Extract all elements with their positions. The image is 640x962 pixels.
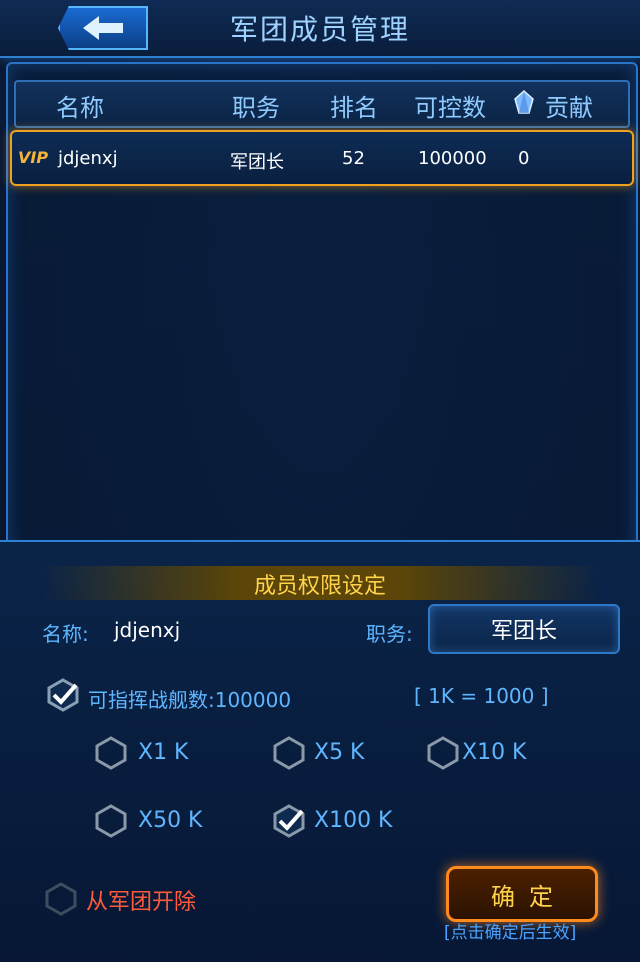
- duty-select-button[interactable]: 军团长: [428, 604, 620, 654]
- duty-label: 职务:: [366, 622, 413, 646]
- page-title: 军团成员管理: [229, 13, 410, 46]
- confirm-hint: [点击确定后生效]: [444, 923, 577, 943]
- option-x50k-radio[interactable]: [94, 804, 128, 838]
- row-control: 100000: [418, 148, 487, 169]
- column-duty: 职务: [232, 94, 280, 122]
- row-contribution: 0: [518, 148, 530, 169]
- option-x10k-radio[interactable]: [426, 736, 460, 770]
- permission-title: 成员权限设定: [253, 574, 386, 599]
- row-duty: 军团长: [230, 152, 284, 173]
- table-header: [14, 80, 630, 128]
- row-rank: 52: [342, 148, 365, 169]
- column-contribution: 贡献: [545, 94, 593, 122]
- vip-badge: VIP: [18, 148, 49, 167]
- row-name: jdjenxj: [58, 148, 118, 169]
- fleet-checkbox[interactable]: [46, 678, 80, 712]
- expel-checkbox[interactable]: [44, 882, 78, 916]
- option-x1k-label[interactable]: X1 K: [138, 740, 189, 765]
- option-x1k-radio[interactable]: [94, 736, 128, 770]
- option-x50k-label[interactable]: X50 K: [138, 808, 203, 833]
- confirm-button[interactable]: 确定: [446, 866, 598, 922]
- column-control: 可控数: [414, 94, 486, 122]
- option-x100k-radio[interactable]: [272, 804, 306, 838]
- header-bar: 军团成员管理: [0, 0, 640, 58]
- option-x5k-label[interactable]: X5 K: [314, 740, 365, 765]
- fleet-count-label: 可指挥战舰数:100000: [88, 688, 292, 712]
- name-label: 名称:: [42, 622, 89, 646]
- option-x100k-label[interactable]: X100 K: [314, 808, 392, 833]
- option-x5k-radio[interactable]: [272, 736, 306, 770]
- option-x10k-label[interactable]: X10 K: [462, 740, 527, 765]
- expel-label[interactable]: 从军团开除: [86, 884, 196, 916]
- column-rank: 排名: [330, 94, 378, 122]
- column-name: 名称: [56, 94, 104, 122]
- crystal-icon: [514, 90, 534, 114]
- name-value: jdjenxj: [114, 618, 181, 642]
- fleet-note: [ 1K = 1000 ]: [414, 684, 549, 708]
